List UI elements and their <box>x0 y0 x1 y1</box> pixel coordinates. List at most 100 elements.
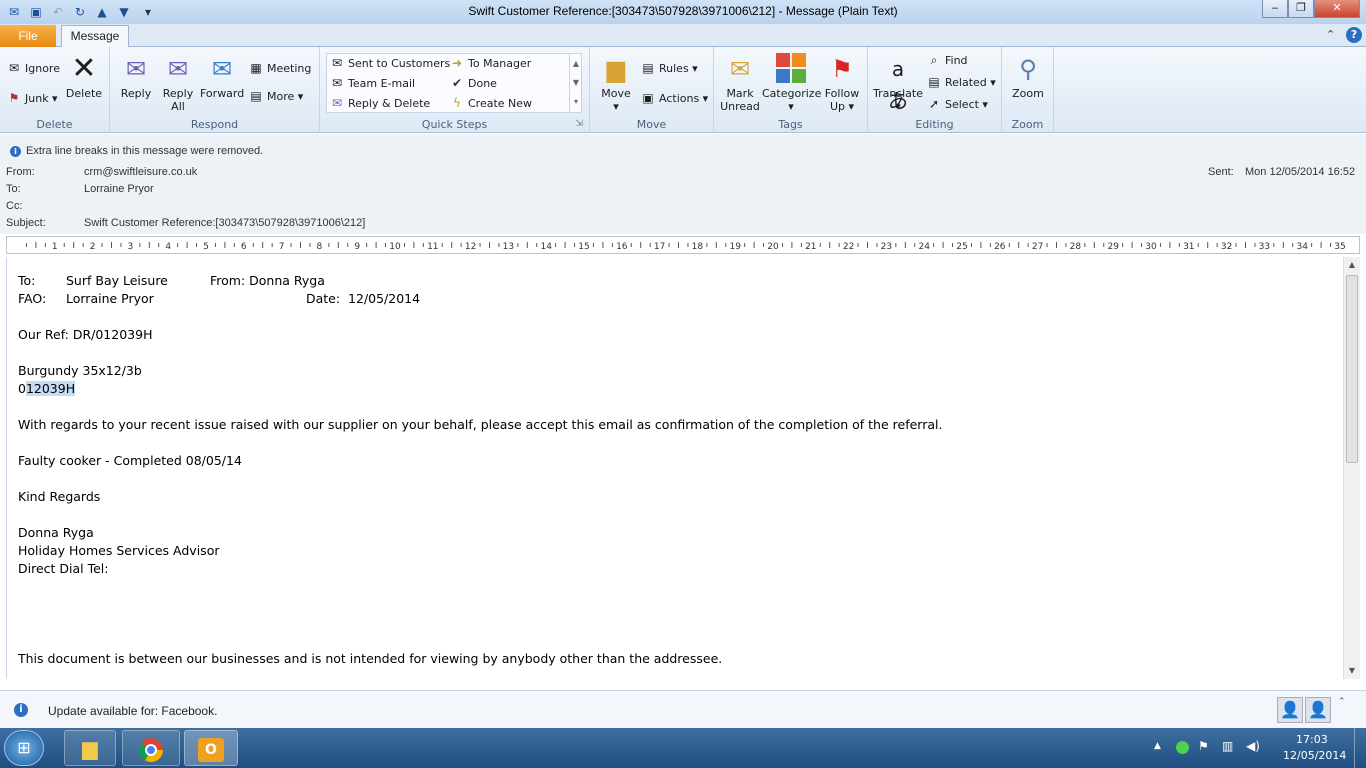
group-label-tags: Tags <box>778 118 803 131</box>
more-button[interactable]: ▤ More ▾ <box>248 87 303 105</box>
ruler-label: 6 <box>241 242 247 252</box>
message-body[interactable]: To: Surf Bay Leisure From: Donna Ryga FA… <box>6 257 1343 679</box>
clock-date[interactable]: 12/05/2014 <box>1283 749 1346 762</box>
group-tags: ✉ Mark Unread Categorize ▾ ⚑ Follow Up ▾ Tags <box>714 47 868 133</box>
group-label-respond: Respond <box>190 118 239 131</box>
ruler-label: 18 <box>692 242 704 252</box>
calendar-icon: ▦ <box>250 61 262 75</box>
gallery-scroll[interactable]: ▲ ▼ ▾ <box>569 54 582 112</box>
body-regards: Kind Regards <box>18 489 101 504</box>
quickstep-reply-delete[interactable]: ✉ Reply & Delete <box>329 94 430 112</box>
dialog-launcher-icon[interactable]: ⇲ <box>575 119 583 129</box>
quickstep-create-new[interactable]: ϟ Create New <box>449 94 532 112</box>
reply-all-button[interactable]: ✉ Reply All <box>158 53 198 113</box>
ref-prefix: 0 <box>18 381 26 396</box>
minimize-button[interactable]: ‒ <box>1262 0 1288 18</box>
volume-icon[interactable]: ◀) <box>1246 739 1260 753</box>
quickstep-team-email[interactable]: ✉ Team E-mail <box>329 74 415 92</box>
body-role: Holiday Homes Services Advisor <box>18 543 220 558</box>
categorize-button[interactable]: Categorize ▾ <box>762 53 821 113</box>
person-icon[interactable]: 👤 <box>1305 697 1331 723</box>
categorize-icon <box>775 53 807 85</box>
minimize-ribbon-icon[interactable]: ⌃ <box>1326 28 1335 41</box>
group-respond: ✉ Reply ✉ Reply All ✉ Forward ▦ Meeting ▤ More… <box>110 47 320 133</box>
to-value[interactable]: Lorraine Pryor <box>84 183 154 195</box>
tab-message[interactable]: Message <box>61 25 129 48</box>
ruler-label: 29 <box>1107 242 1119 252</box>
ruler-label: 1 <box>52 242 58 252</box>
infobar-text[interactable]: Extra line breaks in this message were r… <box>26 145 263 157</box>
ruler-label: 2 <box>90 242 96 252</box>
ruler-label: 34 <box>1296 242 1308 252</box>
person-icon[interactable]: 👤 <box>1277 697 1303 723</box>
outlook-taskbar-icon[interactable]: O <box>184 730 238 766</box>
help-icon[interactable]: ? <box>1346 27 1362 43</box>
show-desktop-button[interactable] <box>1354 728 1366 768</box>
body-fao-value: Lorraine Pryor <box>66 291 154 306</box>
update-notice[interactable]: Update available for: Facebook. <box>48 704 217 718</box>
move-button[interactable]: ▆ Move ▾ <box>596 53 636 113</box>
follow-up-button[interactable]: ⚑ Follow Up ▾ <box>822 53 862 113</box>
from-value[interactable]: crm@swiftleisure.co.uk <box>84 166 197 178</box>
body-from: From: Donna Ryga <box>210 273 325 288</box>
ruler-label: 32 <box>1221 242 1232 252</box>
meeting-button[interactable]: ▦ Meeting <box>248 59 311 77</box>
group-delete: ✉ Ignore ⚑ Junk ▾ ✕ Delete Delete <box>0 47 110 133</box>
ruler-label: 7 <box>279 242 285 252</box>
forward-button[interactable]: ✉ Forward <box>200 53 244 100</box>
junk-button[interactable]: ⚑ Junk ▾ <box>6 89 58 107</box>
scroll-thumb[interactable] <box>1346 275 1358 463</box>
quickstep-sent-to-customers[interactable]: ✉ Sent to Customers <box>329 54 450 72</box>
ruler-label: 25 <box>956 242 967 252</box>
delete-button[interactable]: ✕ Delete <box>64 53 104 101</box>
body-name: Donna Ryga <box>18 525 94 540</box>
actions-button[interactable]: ▣ Actions ▾ <box>640 89 708 107</box>
quickstep-done[interactable]: ✔ Done <box>449 74 497 92</box>
translate-button[interactable]: aあ Translate ▾ <box>872 53 924 113</box>
vertical-scrollbar[interactable]: ▲ ▼ <box>1343 257 1360 679</box>
ruler-label: 22 <box>843 242 854 252</box>
expand-pane-icon[interactable]: ⌃ <box>1338 697 1346 707</box>
ruler[interactable]: 1 2 3 4 5 6 7 8 9 10 11 12 13 14 15 16 17 18 19 20 21 22 23 24 2… <box>6 236 1360 254</box>
tab-file[interactable]: File <box>0 25 56 47</box>
body-to-label: To: <box>18 273 36 288</box>
ruler-scale: 1 2 3 4 5 6 7 8 9 10 11 12 13 14 15 16 17 18 19 20 21 22 23 24 2… <box>25 242 1346 252</box>
zoom-button[interactable]: ⚲ Zoom <box>1008 53 1048 100</box>
clock-time[interactable]: 17:03 <box>1296 733 1328 746</box>
body-to-value: Surf Bay Leisure <box>66 273 168 288</box>
reply-button[interactable]: ✉ Reply <box>116 53 156 100</box>
forward-icon: ✉ <box>211 55 233 83</box>
mark-unread-button[interactable]: ✉ Mark Unread <box>718 53 762 113</box>
show-hidden-icons[interactable]: ▲ <box>1154 741 1161 751</box>
window-title: Swift Customer Reference:[303473\507928\… <box>468 4 898 18</box>
related-button[interactable]: ▤ Related ▾ <box>926 73 995 91</box>
quickstep-to-manager[interactable]: ➜ To Manager <box>449 54 531 72</box>
network-icon[interactable]: ▥ <box>1222 739 1233 753</box>
ruler-label: 9 <box>354 242 360 252</box>
flag-icon: ⚑ <box>831 55 853 83</box>
reply-icon: ✉ <box>125 55 147 83</box>
selected-text[interactable]: 12039H <box>25 381 76 396</box>
find-button[interactable]: ⌕ Find <box>926 51 968 69</box>
ruler-label: 16 <box>616 242 628 252</box>
ruler-label: 12 <box>465 242 476 252</box>
select-button[interactable]: ➚ Select ▾ <box>926 95 988 113</box>
maximize-button[interactable]: ❐ <box>1288 0 1314 18</box>
sent-label: Sent: <box>1208 166 1234 178</box>
rules-button[interactable]: ▤ Rules ▾ <box>640 59 697 77</box>
chrome-taskbar-icon[interactable] <box>122 730 180 766</box>
ruler-label: 33 <box>1259 242 1270 252</box>
related-icon: ▤ <box>928 75 940 89</box>
status-green-icon[interactable] <box>1176 741 1189 754</box>
scroll-down-icon[interactable]: ▼ <box>1345 664 1359 678</box>
ignore-button[interactable]: ✉ Ignore <box>6 59 60 77</box>
quickstep-icon: ✉ <box>331 56 343 70</box>
flag-tray-icon[interactable]: ⚑ <box>1198 739 1209 753</box>
body-dial: Direct Dial Tel: <box>18 561 109 576</box>
check-icon: ✔ <box>451 76 463 90</box>
start-button[interactable]: ⊞ <box>4 730 44 766</box>
group-label-move: Move <box>636 118 667 131</box>
close-button[interactable]: ✕ <box>1314 0 1360 18</box>
explorer-taskbar-icon[interactable]: ▆ <box>64 730 116 766</box>
scroll-up-icon[interactable]: ▲ <box>1345 258 1359 272</box>
